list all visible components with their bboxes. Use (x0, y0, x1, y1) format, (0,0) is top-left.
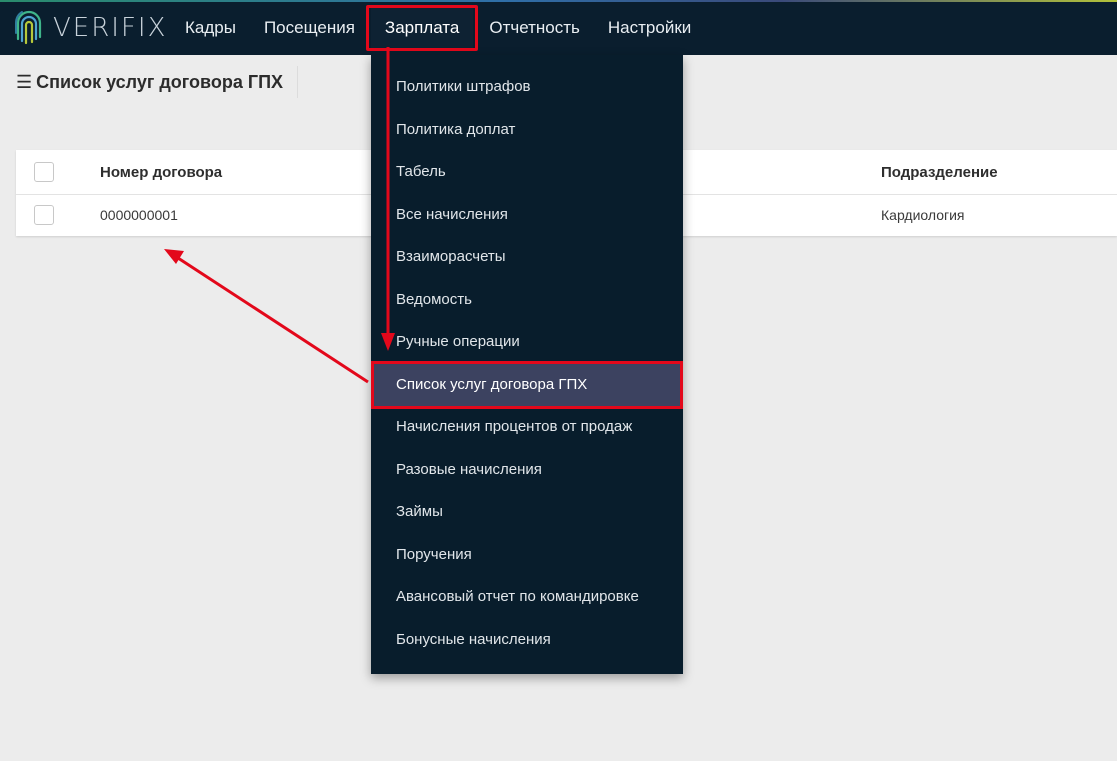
menu-item-penalty-policies[interactable]: Политики штрафов (371, 66, 683, 108)
menu-item-travel-advance-report[interactable]: Авансовый отчет по командировке (371, 576, 683, 618)
menu-item-manual-operations[interactable]: Ручные операции (371, 321, 683, 363)
menu-item-gph-services[interactable]: Список услуг договора ГПХ (371, 361, 683, 409)
menu-item-all-accruals[interactable]: Все начисления (371, 194, 683, 236)
top-navigation-bar: VERIFIX Кадры Посещения Зарплата Отчетно… (0, 0, 1117, 55)
menu-item-one-time-accruals[interactable]: Разовые начисления (371, 449, 683, 491)
nav-item-kadry[interactable]: Кадры (171, 8, 250, 48)
menu-item-statement[interactable]: Ведомость (371, 279, 683, 321)
annotation-arrow-left-head (164, 249, 184, 264)
nav-item-reports[interactable]: Отчетность (475, 8, 594, 48)
annotation-arrow-left-line (177, 256, 369, 384)
logo-text: VERIFIX (53, 13, 168, 43)
cell-department: Кардиология (881, 207, 965, 223)
nav-item-salary[interactable]: Зарплата (365, 5, 479, 51)
menu-item-timesheet[interactable]: Табель (371, 151, 683, 193)
menu-item-sales-percent[interactable]: Начисления процентов от продаж (371, 406, 683, 448)
column-header-department[interactable]: Подразделение (881, 164, 998, 181)
menu-item-orders[interactable]: Поручения (371, 534, 683, 576)
cell-contract-number: 0000000001 (100, 207, 178, 223)
salary-dropdown-menu: Политики штрафов Политика доплат Табель … (371, 55, 683, 674)
nav-item-settings[interactable]: Настройки (594, 8, 705, 48)
fingerprint-logo-icon (14, 10, 42, 45)
menu-item-settlements[interactable]: Взаиморасчеты (371, 236, 683, 278)
menu-item-bonus-accruals[interactable]: Бонусные начисления (371, 619, 683, 661)
menu-item-loans[interactable]: Займы (371, 491, 683, 533)
page-title: Список услуг договора ГПХ (36, 71, 284, 92)
app-logo[interactable]: VERIFIX (14, 8, 167, 48)
menu-item-bonus-policy[interactable]: Политика доплат (371, 109, 683, 151)
hamburger-icon[interactable]: ☰ (16, 72, 32, 93)
page-header: ☰ Список услуг договора ГПХ (16, 66, 299, 98)
main-nav: Кадры Посещения Зарплата Отчетность Наст… (171, 5, 705, 51)
column-header-contract-number[interactable]: Номер договора (100, 164, 222, 181)
select-all-checkbox[interactable] (34, 162, 54, 182)
nav-item-visits[interactable]: Посещения (250, 8, 369, 48)
topbar-accent-stripe (0, 0, 1117, 2)
row-checkbox[interactable] (34, 205, 54, 225)
